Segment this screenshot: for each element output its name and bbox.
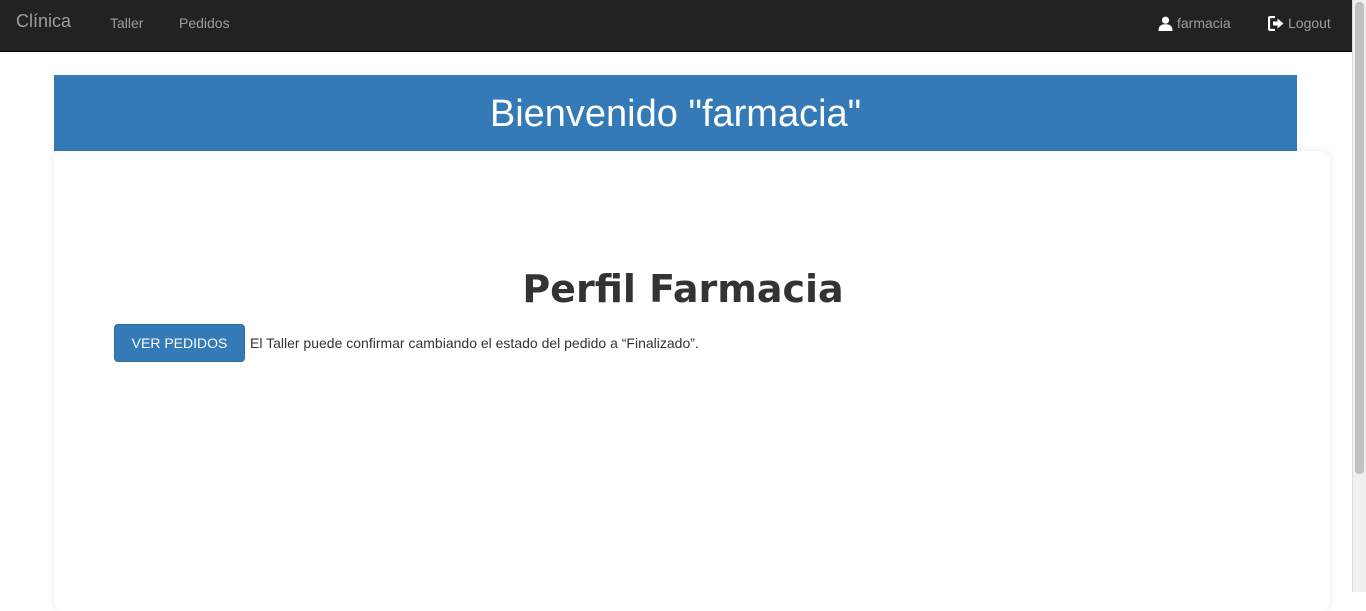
nav-logout-label: Logout [1288,15,1331,31]
nav-link-taller[interactable]: Taller [110,15,143,31]
logout-icon [1268,15,1284,31]
scrollbar-thumb[interactable] [1355,2,1364,474]
top-navbar: Clínica Taller Pedidos farmacia Logout [0,0,1352,52]
page-title: Perfil Farmacia [522,267,844,311]
nav-user-label: farmacia [1177,15,1231,31]
user-icon [1158,16,1173,31]
nav-logout-link[interactable]: Logout [1268,15,1331,31]
content-panel [54,151,1330,611]
ver-pedidos-button[interactable]: VER PEDIDOS [114,324,245,362]
info-text: El Taller puede confirmar cambiando el e… [250,335,699,351]
nav-user-link[interactable]: farmacia [1158,15,1231,31]
brand-link[interactable]: Clínica [16,11,71,32]
welcome-banner: Bienvenido "farmacia" [54,75,1297,151]
nav-link-pedidos[interactable]: Pedidos [179,15,230,31]
